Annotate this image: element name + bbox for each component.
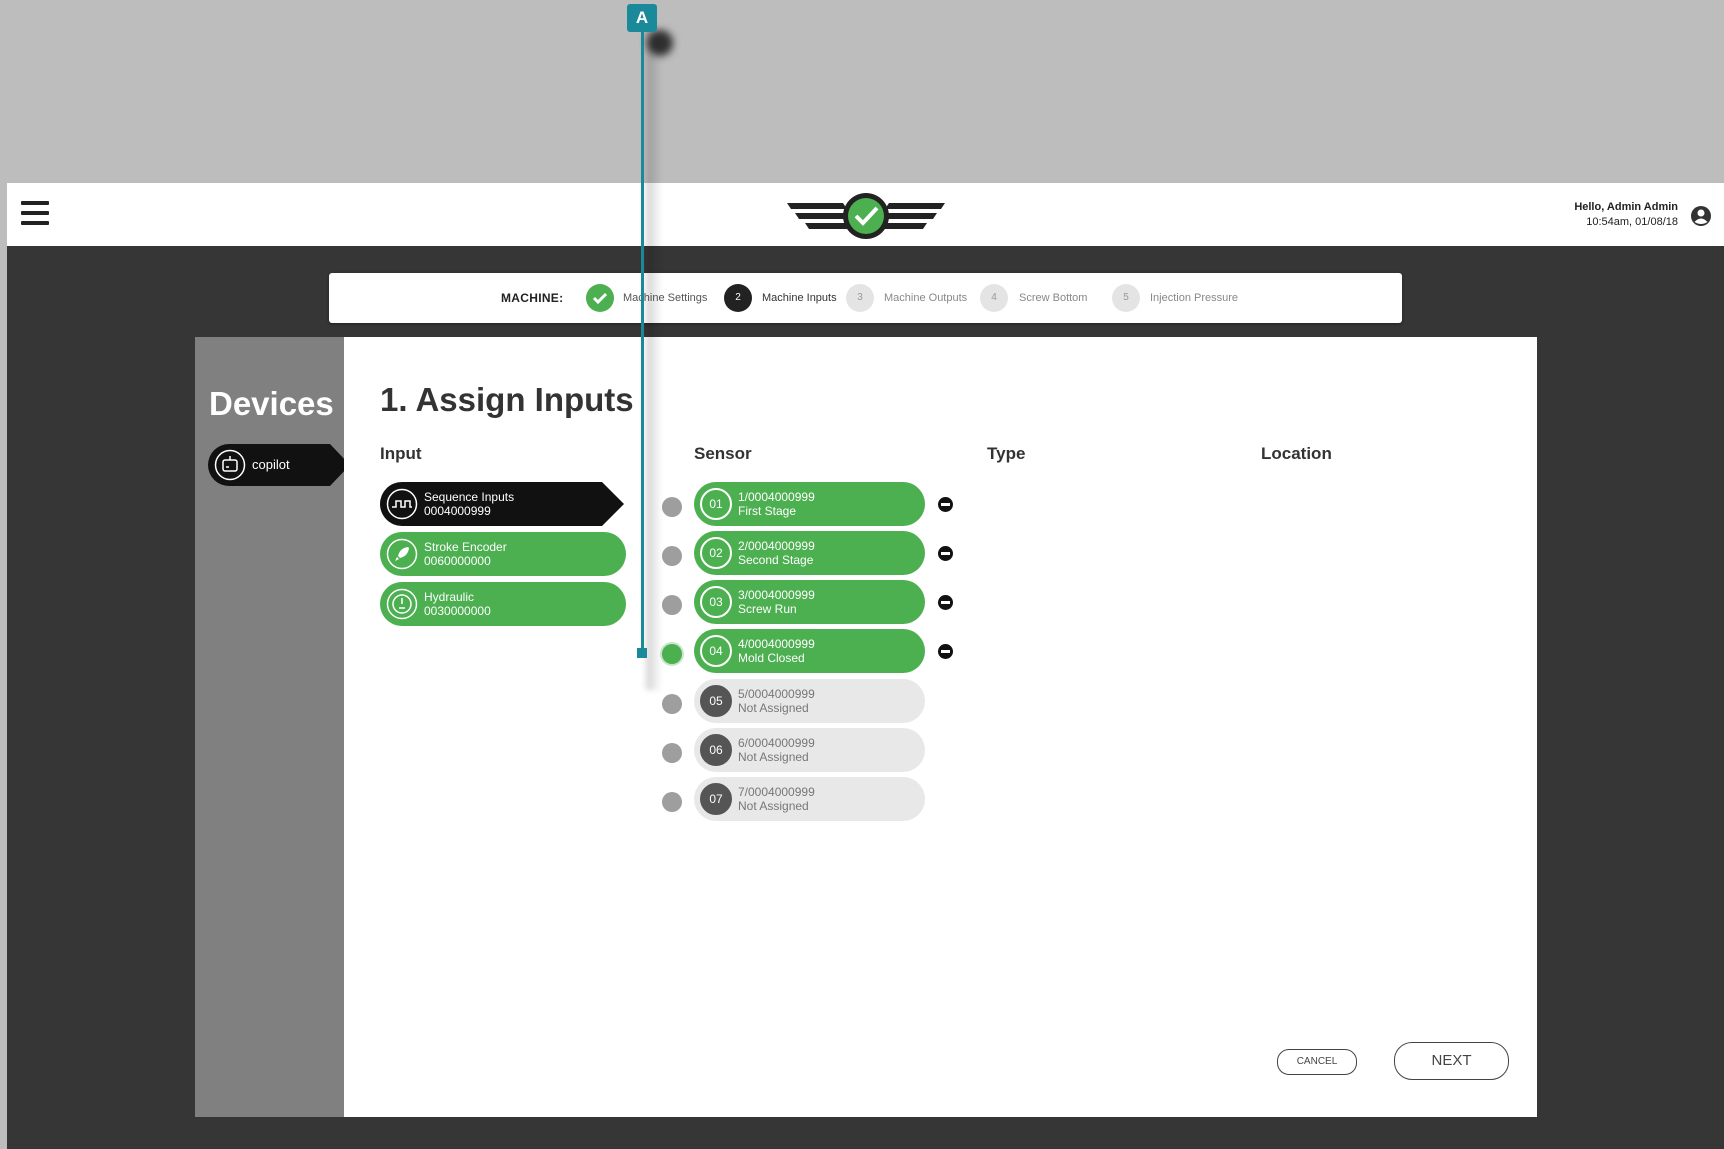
sensor-name: Not Assigned (738, 701, 809, 715)
app-window: Hello, Admin Admin 10:54am, 01/08/18 MAC… (7, 183, 1724, 1149)
step-2-number[interactable]: 2 (724, 284, 752, 312)
page-title: 1. Assign Inputs (380, 381, 634, 418)
input-name: Hydraulic (424, 590, 475, 604)
top-bar: Hello, Admin Admin 10:54am, 01/08/18 (7, 183, 1724, 246)
input-name: Stroke Encoder (424, 540, 507, 554)
device-label: copilot (252, 457, 290, 472)
sensor-item[interactable]: 01 1/0004000999 First Stage (694, 482, 925, 526)
step-1-complete-check-icon[interactable] (586, 284, 614, 312)
connector-dot[interactable] (662, 694, 682, 714)
sensor-code: 4/0004000999 (738, 637, 815, 651)
sensor-item[interactable]: 02 2/0004000999 Second Stage (694, 531, 925, 575)
column-location: Location (1261, 444, 1332, 463)
sensor-code: 1/0004000999 (738, 490, 815, 504)
sensor-name: Second Stage (738, 553, 814, 567)
sensor-name: Screw Run (738, 602, 797, 616)
input-id: 0004000999 (424, 504, 491, 518)
user-account-icon[interactable] (1690, 205, 1712, 227)
step-4-number[interactable]: 4 (980, 284, 1008, 312)
gauge-icon (386, 588, 418, 620)
connector-dot[interactable] (662, 546, 682, 566)
remove-icon[interactable] (938, 497, 953, 512)
sensor-number: 07 (700, 783, 732, 815)
assign-inputs-panel: 1. Assign Inputs Input Sensor Type Locat… (344, 337, 1537, 1117)
sensor-name: Not Assigned (738, 750, 809, 764)
callout-shadow-dot (647, 30, 673, 56)
timestamp: 10:54am, 01/08/18 (1586, 216, 1678, 228)
step-1-label[interactable]: Machine Settings (623, 292, 707, 304)
next-button[interactable]: NEXT (1394, 1042, 1509, 1080)
step-2-label[interactable]: Machine Inputs (762, 292, 837, 304)
connector-dot[interactable] (662, 792, 682, 812)
connector-dot[interactable] (662, 595, 682, 615)
input-name: Sequence Inputs (424, 490, 515, 504)
sensor-code: 2/0004000999 (738, 539, 815, 553)
connector-dot[interactable] (662, 743, 682, 763)
sensor-item[interactable]: 03 3/0004000999 Screw Run (694, 580, 925, 624)
stepper-label: MACHINE: (501, 291, 564, 305)
step-5-number[interactable]: 5 (1112, 284, 1140, 312)
step-4-label[interactable]: Screw Bottom (1019, 292, 1087, 304)
greeting: Hello, Admin Admin (1574, 201, 1678, 213)
rocket-icon (386, 538, 418, 570)
sensor-item[interactable]: 04 4/0004000999 Mold Closed (694, 629, 925, 673)
copilot-device-icon (214, 449, 246, 481)
sensor-item[interactable]: 05 5/0004000999 Not Assigned (694, 679, 925, 723)
sensor-name: Not Assigned (738, 799, 809, 813)
remove-icon[interactable] (938, 595, 953, 610)
sensor-number: 05 (700, 685, 732, 717)
callout-line (641, 30, 644, 653)
sensor-code: 3/0004000999 (738, 588, 815, 602)
sensor-number: 04 (700, 635, 732, 667)
sensor-code: 5/0004000999 (738, 687, 815, 701)
input-id: 0030000000 (424, 604, 491, 618)
remove-icon[interactable] (938, 644, 953, 659)
input-item-sequence-inputs[interactable]: Sequence Inputs 0004000999 (380, 482, 624, 526)
input-item-stroke-encoder[interactable]: Stroke Encoder 0060000000 (380, 532, 626, 576)
input-item-hydraulic[interactable]: Hydraulic 0030000000 (380, 582, 626, 626)
sensor-code: 6/0004000999 (738, 736, 815, 750)
sensor-item[interactable]: 06 6/0004000999 Not Assigned (694, 728, 925, 772)
sensor-code: 7/0004000999 (738, 785, 815, 799)
step-3-number[interactable]: 3 (846, 284, 874, 312)
connector-dot-active[interactable] (662, 644, 682, 664)
column-sensor: Sensor (694, 444, 752, 463)
callout-tag: A (627, 4, 657, 32)
column-type: Type (987, 444, 1026, 463)
sensor-number: 03 (700, 586, 732, 618)
sensor-number: 02 (700, 537, 732, 569)
cancel-button[interactable]: CANCEL (1277, 1049, 1357, 1075)
menu-icon[interactable] (21, 201, 49, 227)
devices-title: Devices (209, 385, 334, 422)
remove-icon[interactable] (938, 546, 953, 561)
sensor-number: 06 (700, 734, 732, 766)
logo-wings-check-icon (787, 193, 945, 239)
sensor-name: Mold Closed (738, 651, 805, 665)
sensor-number: 01 (700, 488, 732, 520)
callout-line-shadow (646, 30, 662, 690)
connector-dot[interactable] (662, 497, 682, 517)
sequence-wave-icon (386, 488, 418, 520)
devices-panel: Devices copilot (195, 337, 350, 1117)
step-3-label[interactable]: Machine Outputs (884, 292, 967, 304)
device-item-copilot[interactable]: copilot (208, 444, 350, 486)
setup-stepper: MACHINE: Machine Settings 2 Machine Inpu… (329, 273, 1402, 323)
step-5-label[interactable]: Injection Pressure (1150, 292, 1238, 304)
callout-endpoint (637, 648, 647, 658)
user-info: Hello, Admin Admin 10:54am, 01/08/18 (1574, 200, 1678, 230)
column-input: Input (380, 444, 422, 463)
input-id: 0060000000 (424, 554, 491, 568)
sensor-item[interactable]: 07 7/0004000999 Not Assigned (694, 777, 925, 821)
sensor-name: First Stage (738, 504, 797, 518)
